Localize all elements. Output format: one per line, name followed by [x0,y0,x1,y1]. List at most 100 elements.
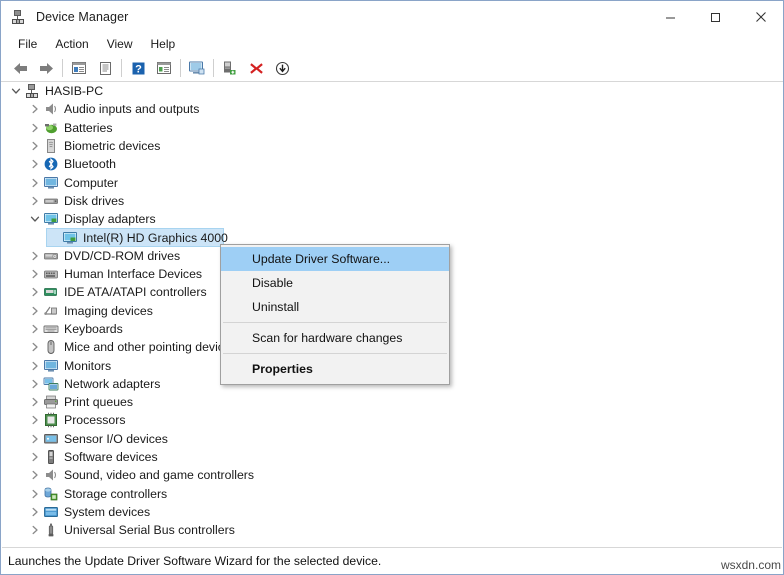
tree-node-label: Computer [64,175,118,190]
tree-node[interactable]: Disk drives [2,192,782,210]
title-bar: Device Manager [1,1,783,33]
chevron-right-icon[interactable] [27,503,43,521]
menu-action[interactable]: Action [46,34,97,54]
processor-icon [43,412,59,428]
context-menu-item[interactable]: Uninstall [221,295,449,319]
chevron-right-icon[interactable] [27,174,43,192]
context-menu-item[interactable]: Update Driver Software... [221,247,449,271]
tree-node[interactable]: Computer [2,173,782,191]
device-manager-window: Device Manager File Action View Help ? H… [0,0,784,575]
chevron-right-icon[interactable] [27,466,43,484]
speaker-icon [43,101,59,117]
imaging-icon [43,303,59,319]
battery-icon [43,120,59,136]
tree-node-label: Network adapters [64,376,161,391]
display-adapter-icon [43,211,59,227]
maximize-button[interactable] [693,1,738,33]
tree-node[interactable]: Storage controllers [2,485,782,503]
show-hide-console-tree-icon[interactable] [92,57,118,79]
status-text: Launches the Update Driver Software Wiza… [8,553,382,568]
chevron-right-icon[interactable] [27,485,43,503]
tree-node[interactable]: Audio inputs and outputs [2,100,782,118]
toolbar-separator-3 [180,59,181,77]
context-menu-item[interactable]: Disable [221,271,449,295]
chevron-right-icon[interactable] [27,411,43,429]
tree-node[interactable]: Sound, video and game controllers [2,466,782,484]
tree-node[interactable]: Print queues [2,393,782,411]
chevron-right-icon[interactable] [27,119,43,137]
chevron-right-icon[interactable] [27,320,43,338]
tree-node-label: Disk drives [64,193,125,208]
software-device-icon [43,449,59,465]
chevron-right-icon[interactable] [27,265,43,283]
scan-hardware-changes-icon[interactable] [184,57,210,79]
tree-node[interactable]: HASIB-PC [2,82,782,100]
usb-icon [43,522,59,538]
monitor-icon [43,358,59,374]
properties-icon[interactable] [66,57,92,79]
help-icon[interactable]: ? [125,57,151,79]
close-button[interactable] [738,1,783,33]
context-menu-item[interactable]: Properties [221,357,449,381]
forward-icon[interactable] [33,57,59,79]
chevron-down-icon[interactable] [8,82,24,100]
storage-controller-icon [43,486,59,502]
minimize-button[interactable] [648,1,693,33]
disable-device-icon[interactable] [269,57,295,79]
tree-node-label: Software devices [64,450,158,465]
printer-icon [43,394,59,410]
tree-node[interactable]: System devices [2,503,782,521]
tree-node[interactable]: Batteries [2,119,782,137]
system-device-icon [43,504,59,520]
chevron-down-icon[interactable] [27,210,43,228]
tree-node[interactable]: Universal Serial Bus controllers [2,521,782,539]
context-menu-item[interactable]: Scan for hardware changes [221,326,449,350]
biometric-icon [43,138,59,154]
toolbar-separator-1 [62,59,63,77]
chevron-right-icon[interactable] [27,448,43,466]
uninstall-device-icon[interactable] [243,57,269,79]
tree-node-label: Monitors [64,358,112,373]
tree-node-label: System devices [64,504,151,519]
menu-help[interactable]: Help [142,34,185,54]
tree-node-label: Print queues [64,395,134,410]
chevron-right-icon[interactable] [27,375,43,393]
chevron-right-icon[interactable] [27,521,43,539]
tree-node[interactable]: Biometric devices [2,137,782,155]
chevron-right-icon[interactable] [27,338,43,356]
chevron-right-icon[interactable] [27,155,43,173]
ide-controller-icon [43,284,59,300]
tree-node-label: HASIB-PC [45,84,104,99]
tree-node-label: Intel(R) HD Graphics 4000 [83,230,228,245]
chevron-right-icon[interactable] [27,100,43,118]
toolbar: ? [1,55,783,82]
window-controls [648,1,783,33]
chevron-right-icon[interactable] [27,393,43,411]
chevron-right-icon[interactable] [27,137,43,155]
back-icon[interactable] [7,57,33,79]
tree-node[interactable]: Processors [2,411,782,429]
tree-node[interactable]: Software devices [2,448,782,466]
window-title: Device Manager [36,10,129,24]
chevron-right-icon[interactable] [27,283,43,301]
chevron-right-icon[interactable] [27,302,43,320]
update-driver-icon[interactable] [217,57,243,79]
chevron-right-icon[interactable] [27,357,43,375]
tree-node[interactable]: Bluetooth [2,155,782,173]
tree-node[interactable]: Sensor I/O devices [2,430,782,448]
chevron-right-icon[interactable] [27,430,43,448]
disk-drive-icon [43,193,59,209]
chevron-right-icon[interactable] [27,192,43,210]
context-menu[interactable]: Update Driver Software... Disable Uninstal… [220,244,450,385]
display-adapter-icon [62,230,78,246]
tree-node-label: Mice and other pointing devices [64,340,237,355]
tree-node-label: DVD/CD-ROM drives [64,248,181,263]
svg-text:?: ? [135,63,142,75]
view-list-icon[interactable] [151,57,177,79]
toolbar-separator-4 [213,59,214,77]
menu-view[interactable]: View [98,34,142,54]
chevron-right-icon[interactable] [27,247,43,265]
tree-node[interactable]: Display adapters [2,210,782,228]
menu-file[interactable]: File [9,34,46,54]
